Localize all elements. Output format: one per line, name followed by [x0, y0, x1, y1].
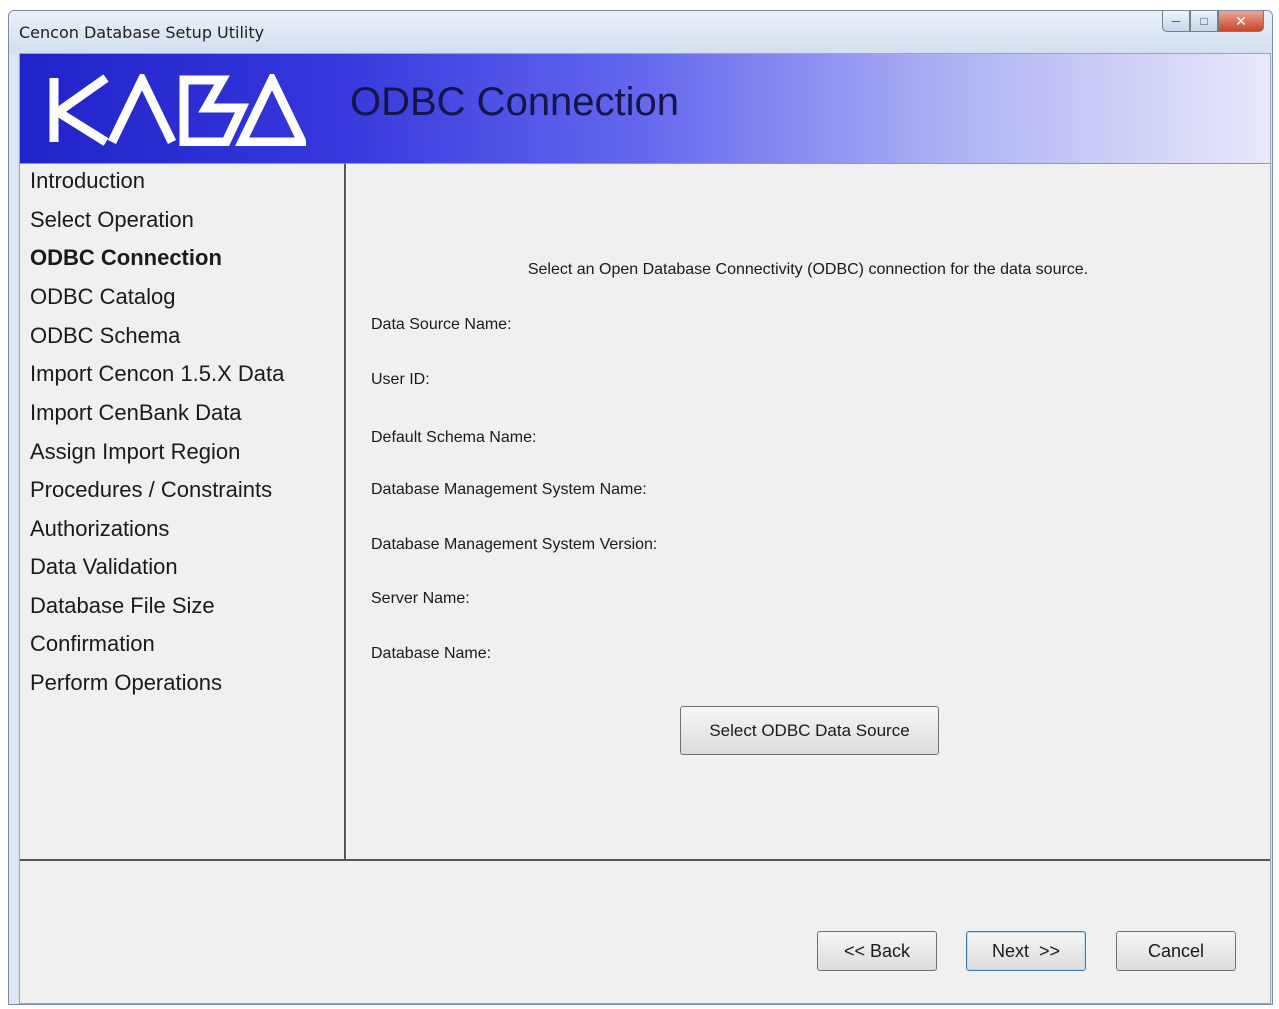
step-procedures-constraints: Procedures / Constraints	[30, 477, 273, 502]
step-confirmation: Confirmation	[30, 631, 155, 656]
step-odbc-schema: ODBC Schema	[30, 323, 181, 348]
server-name-label: Server Name:	[371, 590, 470, 607]
back-button[interactable]: << Back	[817, 931, 937, 971]
next-button-arrows: >>	[1039, 940, 1061, 961]
app-window: Cencon Database Setup Utility ─ □ ✕ ODBC…	[8, 10, 1273, 1005]
cancel-button[interactable]: Cancel	[1116, 931, 1236, 971]
window-title: Cencon Database Setup Utility	[19, 23, 265, 42]
close-icon: ✕	[1235, 12, 1247, 29]
title-bar[interactable]: Cencon Database Setup Utility ─ □ ✕	[9, 11, 1272, 53]
step-authorizations: Authorizations	[30, 516, 170, 541]
step-select-operation: Select Operation	[30, 207, 194, 232]
window-controls: ─ □ ✕	[1162, 11, 1264, 32]
step-data-validation: Data Validation	[30, 554, 178, 579]
minimize-icon: ─	[1171, 14, 1181, 28]
user-id-label: User ID:	[371, 371, 430, 388]
step-database-file-size: Database File Size	[30, 593, 215, 618]
page-title: ODBC Connection	[350, 80, 680, 124]
step-import-cencon: Import Cencon 1.5.X Data	[30, 361, 285, 386]
next-button[interactable]: Next >>	[966, 931, 1086, 971]
step-perform-operations: Perform Operations	[30, 670, 222, 695]
wizard-footer: << Back Next >> Cancel	[20, 861, 1270, 1003]
wizard-steps-sidebar: Introduction Select Operation ODBC Conne…	[20, 163, 346, 859]
wizard-client-area: ODBC Connection Introduction Select Oper…	[19, 53, 1271, 1004]
close-button[interactable]: ✕	[1218, 11, 1264, 32]
minimize-button[interactable]: ─	[1162, 11, 1190, 32]
step-import-cenbank: Import CenBank Data	[30, 400, 242, 425]
instructions-text: Select an Open Database Connectivity (OD…	[527, 261, 1089, 278]
default-schema-name-label: Default Schema Name:	[371, 429, 537, 446]
select-odbc-data-source-button[interactable]: Select ODBC Data Source	[680, 706, 939, 755]
database-name-label: Database Name:	[371, 645, 492, 662]
step-assign-import-region: Assign Import Region	[30, 439, 241, 464]
next-button-label: Next	[991, 940, 1029, 961]
maximize-button[interactable]: □	[1190, 11, 1218, 32]
maximize-icon: □	[1200, 14, 1208, 28]
header-banner: ODBC Connection	[20, 54, 1270, 163]
step-odbc-catalog: ODBC Catalog	[30, 284, 176, 309]
step-introduction: Introduction	[30, 168, 145, 193]
dbms-name-label: Database Management System Name:	[371, 481, 647, 498]
dbms-version-label: Database Management System Version:	[371, 536, 658, 553]
data-source-name-label: Data Source Name:	[371, 316, 512, 333]
kaba-logo	[49, 74, 306, 146]
odbc-connection-panel: Select an Open Database Connectivity (OD…	[346, 163, 1270, 859]
step-odbc-connection: ODBC Connection	[30, 245, 222, 270]
